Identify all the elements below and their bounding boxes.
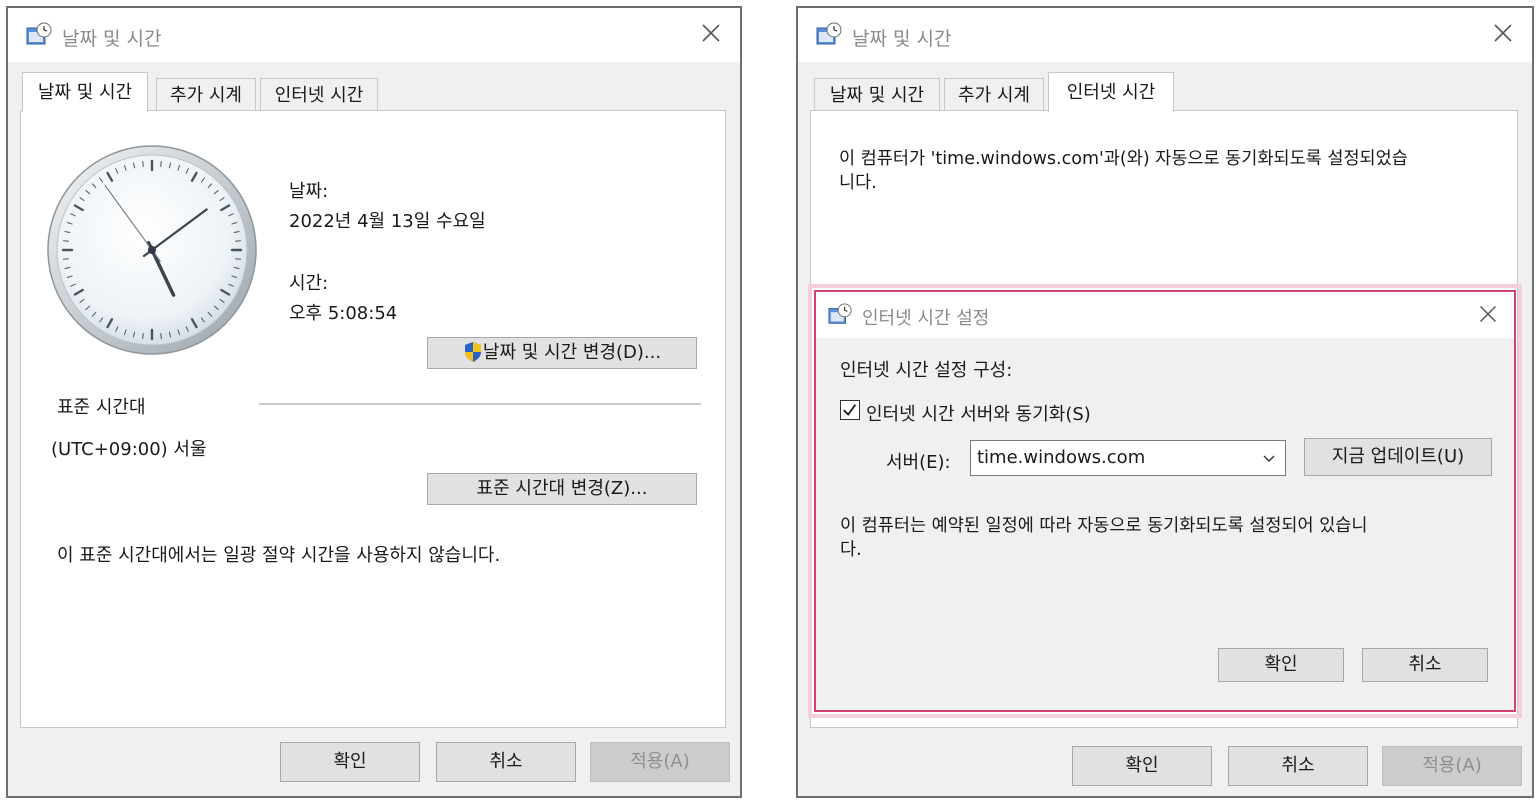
inner-ok-button[interactable]: 확인 — [1218, 648, 1344, 682]
tab-panel: 날짜: 2022년 4월 13일 수요일 시간: 오후 5:08:54 날짜 및… — [20, 110, 726, 728]
chevron-down-icon[interactable] — [1261, 451, 1277, 467]
server-value: time.windows.com — [977, 447, 1146, 468]
date-time-app-icon — [26, 22, 52, 45]
clock-minute-tick — [142, 333, 144, 340]
checkmark-icon — [843, 404, 857, 416]
tab-internet-time[interactable]: 인터넷 시간 — [1048, 72, 1174, 112]
config-label: 인터넷 시간 설정 구성: — [840, 360, 1013, 381]
time-value: 오후 5:08:54 — [289, 303, 398, 324]
server-combobox[interactable]: time.windows.com — [970, 440, 1286, 476]
inner-title-bar: 인터넷 시간 설정 — [816, 292, 1514, 338]
apply-button[interactable]: 적용(A) — [1382, 746, 1522, 786]
ok-button[interactable]: 확인 — [280, 742, 420, 782]
tab-additional-clocks[interactable]: 추가 시계 — [156, 78, 256, 112]
title-bar: 날짜 및 시간 — [8, 8, 740, 62]
divider — [259, 403, 701, 405]
clock-minute-tick — [62, 258, 69, 260]
tab-date-time[interactable]: 날짜 및 시간 — [22, 72, 148, 112]
clock-minute-tick — [235, 240, 242, 242]
clock-minute-tick — [142, 160, 144, 167]
server-label: 서버(E): — [886, 452, 951, 473]
clock-minute-tick — [160, 333, 162, 340]
tab-internet-time[interactable]: 인터넷 시간 — [260, 78, 378, 112]
uac-shield-icon — [464, 341, 481, 362]
date-time-app-icon — [816, 22, 842, 45]
time-label: 시간: — [289, 273, 329, 294]
close-icon[interactable] — [1474, 300, 1502, 328]
sync-checkbox[interactable] — [840, 400, 860, 420]
window-title: 날짜 및 시간 — [852, 28, 952, 50]
schedule-message-line1: 이 컴퓨터는 예약된 일정에 따라 자동으로 동기화되도록 설정되어 있습니 — [840, 516, 1368, 536]
clock-minute-tick — [62, 240, 69, 242]
sync-checkbox-label[interactable]: 인터넷 시간 서버와 동기화(S) — [866, 400, 1091, 426]
tab-additional-clocks[interactable]: 추가 시계 — [944, 78, 1044, 112]
change-timezone-button[interactable]: 표준 시간대 변경(Z)... — [427, 473, 697, 505]
cancel-button[interactable]: 취소 — [1228, 746, 1368, 786]
clock-minute-tick — [235, 258, 242, 260]
close-icon[interactable] — [696, 18, 726, 48]
timezone-value: (UTC+09:00) 서울 — [51, 439, 207, 460]
schedule-message-line2: 다. — [840, 540, 862, 560]
title-bar: 날짜 및 시간 — [798, 8, 1532, 62]
date-value: 2022년 4월 13일 수요일 — [289, 211, 486, 232]
change-date-time-button[interactable]: 날짜 및 시간 변경(D)... — [427, 337, 697, 369]
change-date-time-label: 날짜 및 시간 변경(D)... — [482, 342, 662, 363]
tab-date-time[interactable]: 날짜 및 시간 — [814, 78, 940, 112]
date-time-dialog-left: 날짜 및 시간 날짜 및 시간 추가 시계 인터넷 시간 날짜: 2022년 4… — [6, 6, 742, 798]
inner-cancel-button[interactable]: 취소 — [1362, 648, 1488, 682]
sync-message-line1: 이 컴퓨터가 'time.windows.com'과(와) 자동으로 동기화되도… — [839, 149, 1408, 169]
date-label: 날짜: — [289, 181, 329, 202]
internet-time-settings-dialog: 인터넷 시간 설정 인터넷 시간 설정 구성: 인터넷 시간 서버와 동기화(S… — [808, 284, 1522, 718]
clock-minute-tick — [160, 160, 162, 167]
apply-button[interactable]: 적용(A) — [590, 742, 730, 782]
close-icon[interactable] — [1488, 18, 1518, 48]
dst-note: 이 표준 시간대에서는 일광 절약 시간을 사용하지 않습니다. — [57, 545, 501, 566]
cancel-button[interactable]: 취소 — [436, 742, 576, 782]
ok-button[interactable]: 확인 — [1072, 746, 1212, 786]
timezone-heading: 표준 시간대 — [57, 397, 146, 418]
sync-message-line2: 니다. — [839, 173, 877, 193]
update-now-button[interactable]: 지금 업데이트(U) — [1304, 438, 1492, 476]
window-title: 날짜 및 시간 — [62, 28, 162, 50]
analog-clock — [47, 145, 257, 355]
inner-dialog-title: 인터넷 시간 설정 — [862, 308, 990, 329]
highlight-frame: 인터넷 시간 설정 인터넷 시간 설정 구성: 인터넷 시간 서버와 동기화(S… — [814, 290, 1516, 712]
date-time-app-icon — [828, 303, 852, 324]
